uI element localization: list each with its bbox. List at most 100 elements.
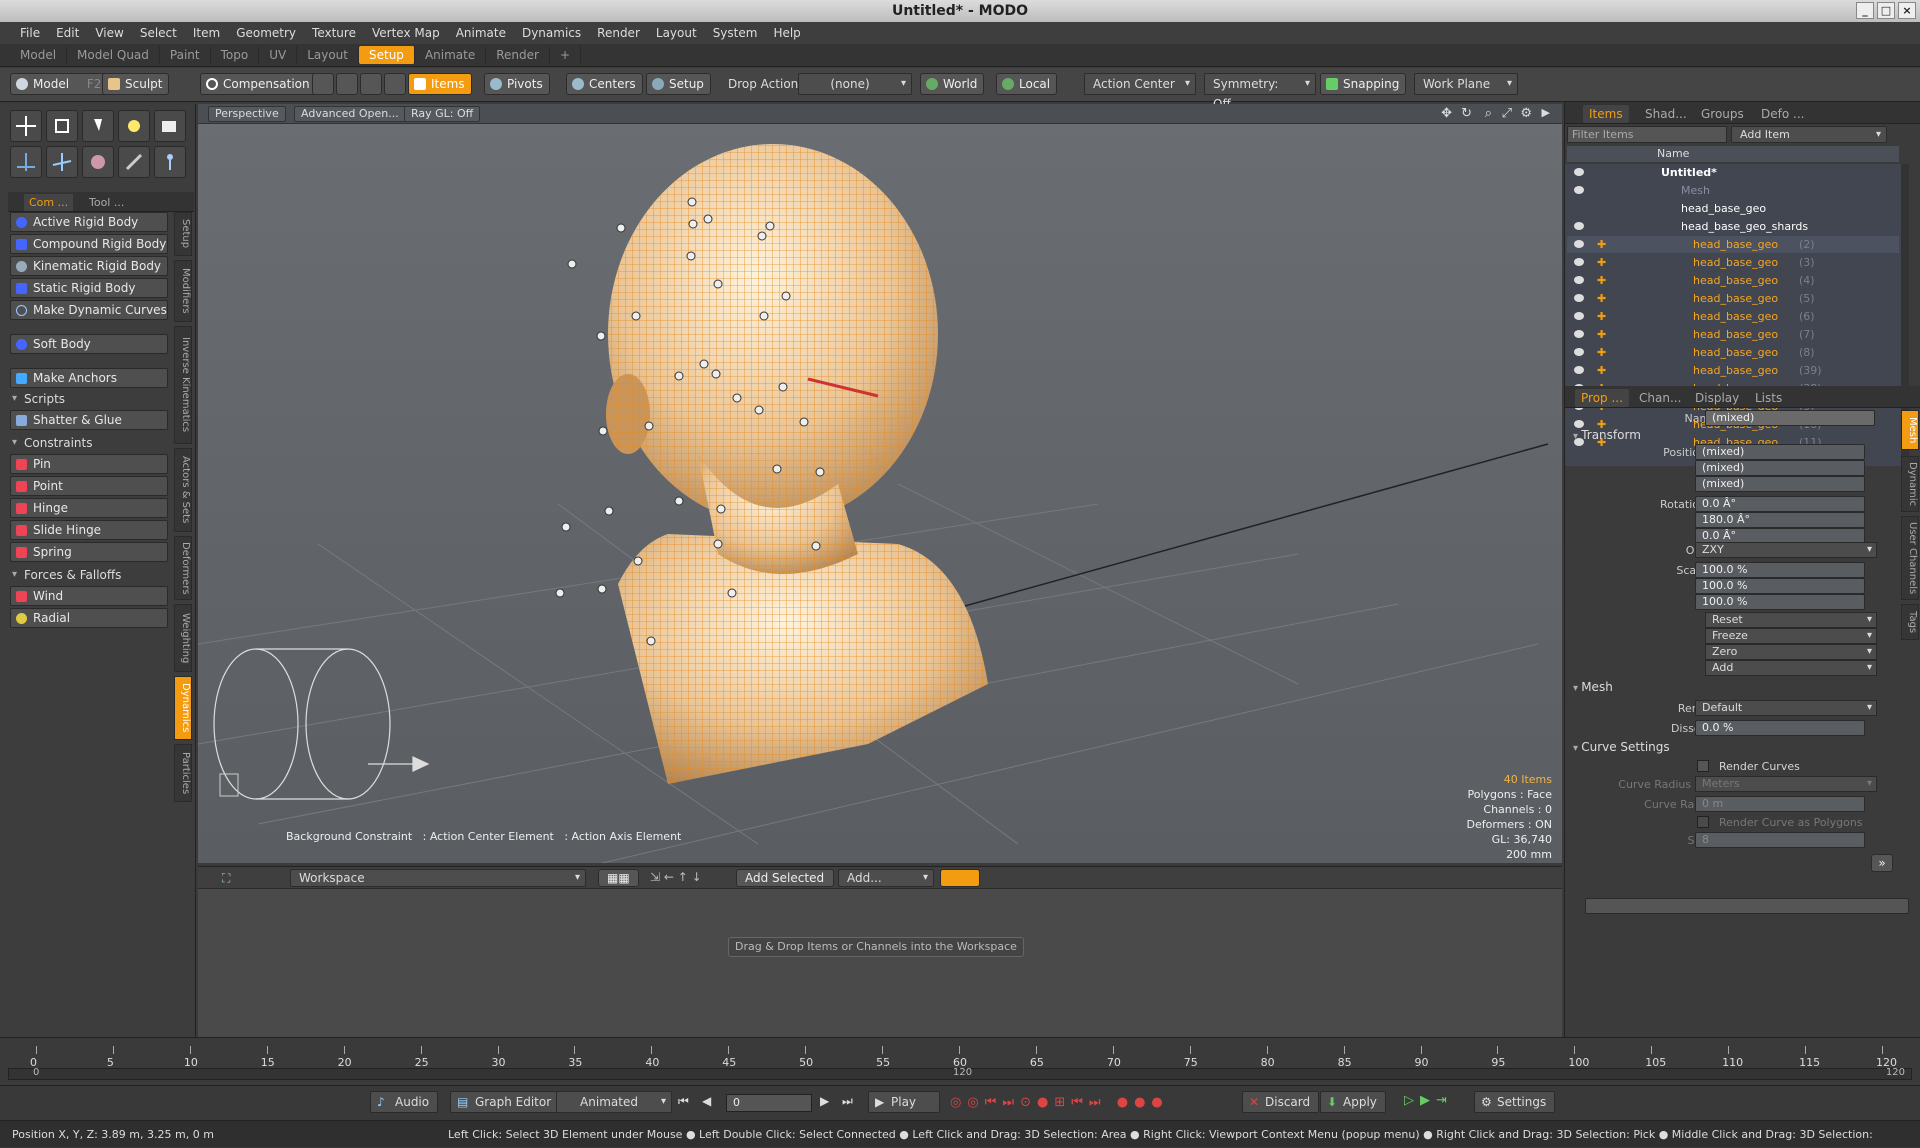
zoom-icon[interactable]: ⌕ <box>1485 106 1492 121</box>
slide-hinge-button[interactable]: Slide Hinge <box>10 520 168 540</box>
reset-menu[interactable]: Reset <box>1705 612 1877 628</box>
name-field[interactable]: (mixed) <box>1705 410 1875 426</box>
add-menu-select[interactable]: Add... <box>838 869 934 887</box>
vtab-weighting[interactable]: Weighting <box>174 604 192 672</box>
vtab-inverse-kinematics[interactable]: Inverse Kinematics <box>174 326 192 444</box>
tab-topo[interactable]: Topo <box>211 46 260 64</box>
workspace-nav-icons[interactable]: ⇲ ← ↑ ↓ <box>650 870 702 884</box>
dynamics-icon[interactable]: ✚ <box>1597 290 1606 308</box>
world-button[interactable]: World <box>920 73 985 95</box>
go-start-icon[interactable]: ⏮ <box>678 1094 689 1109</box>
light-bulb-icon[interactable] <box>118 110 150 142</box>
scale-x-field[interactable]: 100.0 % <box>1695 562 1865 578</box>
rotation-x-field[interactable]: 0.0 Â° <box>1695 496 1865 512</box>
local-button[interactable]: Local <box>996 73 1058 95</box>
mesh-section[interactable]: Mesh <box>1573 680 1613 694</box>
vtab-deformers[interactable]: Deformers <box>174 536 192 600</box>
material-select-icon[interactable] <box>384 73 406 95</box>
make-anchors-button[interactable]: Make Anchors <box>10 368 168 388</box>
visibility-eye-icon[interactable] <box>1574 348 1584 356</box>
constraints-section[interactable]: Constraints <box>10 434 168 452</box>
tab-properties[interactable]: Prop ... <box>1575 389 1629 407</box>
tab-uv[interactable]: UV <box>259 46 298 64</box>
position-x-field[interactable]: (mixed) <box>1695 444 1865 460</box>
menu-edit[interactable]: Edit <box>50 26 85 40</box>
tree-row[interactable]: Untitled* <box>1567 164 1899 182</box>
tree-row[interactable]: ✚ head_base_geo (2) <box>1567 236 1899 254</box>
transform-tool-icon[interactable] <box>46 110 78 142</box>
menu-help[interactable]: Help <box>767 26 806 40</box>
menu-animate[interactable]: Animate <box>450 26 512 40</box>
curve-radius-unit-select[interactable]: Meters <box>1695 776 1877 792</box>
centers-mode-button[interactable]: Centers <box>566 73 643 95</box>
scale-y-field[interactable]: 100.0 % <box>1695 578 1865 594</box>
kinematic-rigid-body-button[interactable]: Kinematic Rigid Body <box>10 256 168 276</box>
soft-body-button[interactable]: Soft Body <box>10 334 168 354</box>
add-tab-icon[interactable]: + <box>550 46 582 64</box>
menu-system[interactable]: System <box>707 26 764 40</box>
position-y-field[interactable]: (mixed) <box>1695 460 1865 476</box>
scale-z-field[interactable]: 100.0 % <box>1695 594 1865 610</box>
expand-button[interactable]: » <box>1871 854 1893 872</box>
curve-radius-field[interactable]: 0 m <box>1695 796 1865 812</box>
tab-commands[interactable]: Com ... <box>24 194 74 211</box>
rotation-y-field[interactable]: 180.0 Â° <box>1695 512 1865 528</box>
command-input[interactable] <box>1585 898 1909 914</box>
freeze-menu[interactable]: Freeze <box>1705 628 1877 644</box>
audio-button[interactable]: ♪ Audio <box>370 1091 439 1113</box>
3d-viewport[interactable]: Perspective Advanced Open... Ray GL: Off… <box>198 104 1562 863</box>
move-tool-icon[interactable] <box>10 110 42 142</box>
gear-icon[interactable]: ⚙ <box>1520 106 1532 121</box>
menu-file[interactable]: File <box>14 26 46 40</box>
timeline-range-bar[interactable]: 0 120 120 <box>8 1067 1912 1080</box>
tree-row[interactable]: ✚ head_base_geo (6) <box>1567 308 1899 326</box>
tab-paint[interactable]: Paint <box>160 46 211 64</box>
visibility-eye-icon[interactable] <box>1574 294 1584 302</box>
curve-settings-section[interactable]: Curve Settings <box>1573 740 1669 754</box>
wind-button[interactable]: Wind <box>10 586 168 606</box>
compensation-button[interactable]: Compensation <box>200 73 317 95</box>
dynamics-icon[interactable]: ✚ <box>1597 254 1606 272</box>
ray-gl-button[interactable]: Ray GL: Off <box>404 106 481 122</box>
snapping-button[interactable]: Snapping <box>1320 73 1407 95</box>
menu-geometry[interactable]: Geometry <box>230 26 302 40</box>
render-select[interactable]: Default <box>1695 700 1877 716</box>
tab-display[interactable]: Display <box>1689 389 1745 407</box>
rotate-icon[interactable]: ↻ <box>1461 106 1472 121</box>
tab-animate[interactable]: Animate <box>415 46 487 64</box>
visibility-eye-icon[interactable] <box>1574 330 1584 338</box>
menu-render[interactable]: Render <box>591 26 646 40</box>
tab-model[interactable]: Model <box>10 46 68 64</box>
side-tab-user-channels[interactable]: User Channels <box>1901 516 1919 600</box>
add-menu[interactable]: Add <box>1705 660 1877 676</box>
menu-texture[interactable]: Texture <box>306 26 362 40</box>
order-select[interactable]: ZXY <box>1695 542 1877 558</box>
tab-channels[interactable]: Chan... <box>1633 389 1687 407</box>
render-as-polygons-checkbox[interactable] <box>1697 816 1709 828</box>
apply-button[interactable]: ⬇ Apply <box>1320 1091 1386 1113</box>
menu-select[interactable]: Select <box>134 26 183 40</box>
keyframe-tools-icons[interactable]: ◎◎⏮⏭⊙●⊞⏮⏭ ●●● <box>950 1095 1169 1110</box>
tree-row[interactable]: ✚ head_base_geo (7) <box>1567 326 1899 344</box>
tab-items[interactable]: Items <box>1583 105 1629 123</box>
tab-render[interactable]: Render <box>486 46 550 64</box>
view-type-button[interactable]: Perspective <box>208 106 286 122</box>
action-center-select[interactable]: Action Center <box>1084 73 1196 95</box>
pan-icon[interactable]: ✥ <box>1441 106 1452 121</box>
visibility-eye-icon[interactable] <box>1574 186 1584 194</box>
spotlight-icon[interactable] <box>82 110 114 142</box>
tab-lists[interactable]: Lists <box>1749 389 1788 407</box>
go-end-icon[interactable]: ⏭ <box>842 1094 853 1109</box>
discard-button[interactable]: ✕ Discard <box>1242 1091 1320 1113</box>
dynamics-icon[interactable]: ✚ <box>1597 236 1606 254</box>
compound-rigid-body-button[interactable]: Compound Rigid Body <box>10 234 168 254</box>
workspace-select[interactable]: Workspace <box>290 869 586 887</box>
locator-icon[interactable] <box>10 146 42 178</box>
edge-select-icon[interactable] <box>336 73 358 95</box>
visibility-eye-icon[interactable] <box>1574 258 1584 266</box>
menu-item[interactable]: Item <box>187 26 226 40</box>
tree-row[interactable]: head_base_geo <box>1567 200 1899 218</box>
filter-items-input[interactable]: Filter Items <box>1567 126 1727 143</box>
work-plane-select[interactable]: Work Plane <box>1414 73 1518 95</box>
tab-setup[interactable]: Setup <box>359 46 415 64</box>
